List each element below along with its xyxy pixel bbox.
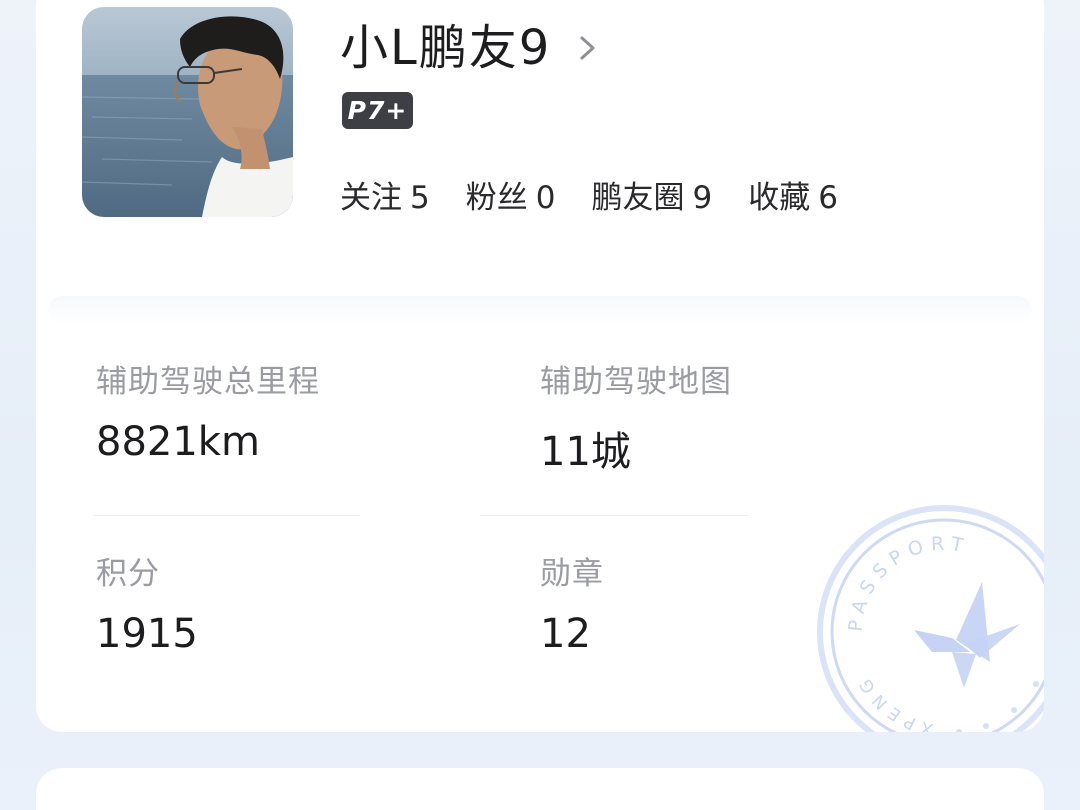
social-stats: 关注 5 粉丝 0 鹏友圈 9 收藏 6 <box>340 172 874 217</box>
metric-divider <box>480 515 748 516</box>
stat-favorites[interactable]: 收藏 6 <box>748 172 838 217</box>
stamp-text-top: PASSPORT <box>845 533 972 633</box>
stat-following[interactable]: 关注 5 <box>340 172 430 217</box>
metric-assisted-driving-distance[interactable]: 辅助驾驶总里程 8821km <box>96 356 320 465</box>
stat-label: 收藏 <box>748 180 811 216</box>
metric-medals[interactable]: 勋章 12 <box>540 548 604 657</box>
metric-value: 1915 <box>96 611 198 657</box>
metric-value: 11城 <box>540 429 631 475</box>
username: 小L鹏友9 <box>340 20 552 76</box>
stat-label: 粉丝 <box>465 180 528 216</box>
stat-value: 6 <box>818 180 838 216</box>
metric-value: 8821km <box>96 419 260 465</box>
username-row[interactable]: 小L鹏友9 <box>340 20 599 76</box>
avatar[interactable] <box>82 7 293 217</box>
car-model-badge: P7+ <box>342 92 413 129</box>
stat-label: 关注 <box>340 180 402 216</box>
secondary-card <box>36 768 1044 810</box>
metric-points[interactable]: 积分 1915 <box>96 548 198 657</box>
stat-label: 鹏友圈 <box>591 180 685 216</box>
stat-value: 5 <box>410 180 430 216</box>
metric-label: 辅助驾驶总里程 <box>96 364 320 400</box>
metric-label: 勋章 <box>540 556 604 592</box>
metric-label: 积分 <box>96 556 160 592</box>
section-divider <box>48 296 1032 324</box>
metric-label: 辅助驾驶地图 <box>540 364 732 400</box>
metric-value: 12 <box>540 611 591 657</box>
stat-moments[interactable]: 鹏友圈 9 <box>591 172 712 217</box>
avatar-photo <box>82 7 293 217</box>
stat-value: 0 <box>535 180 556 216</box>
passport-stamp: PASSPORT XPENG <box>817 505 1044 732</box>
metric-divider <box>94 515 360 516</box>
stat-value: 9 <box>692 180 713 216</box>
profile-card: 小L鹏友9 P7+ 关注 5 粉丝 0 鹏友圈 9 收藏 6 辅助驾驶总里程 8821k… <box>36 0 1044 732</box>
chevron-right-icon[interactable] <box>577 33 599 63</box>
stamp-text-side: XPENG <box>853 670 935 732</box>
xpeng-logo-icon <box>914 582 1020 688</box>
stat-followers[interactable]: 粉丝 0 <box>466 172 556 217</box>
metric-assisted-driving-map[interactable]: 辅助驾驶地图 11城 <box>540 356 732 477</box>
